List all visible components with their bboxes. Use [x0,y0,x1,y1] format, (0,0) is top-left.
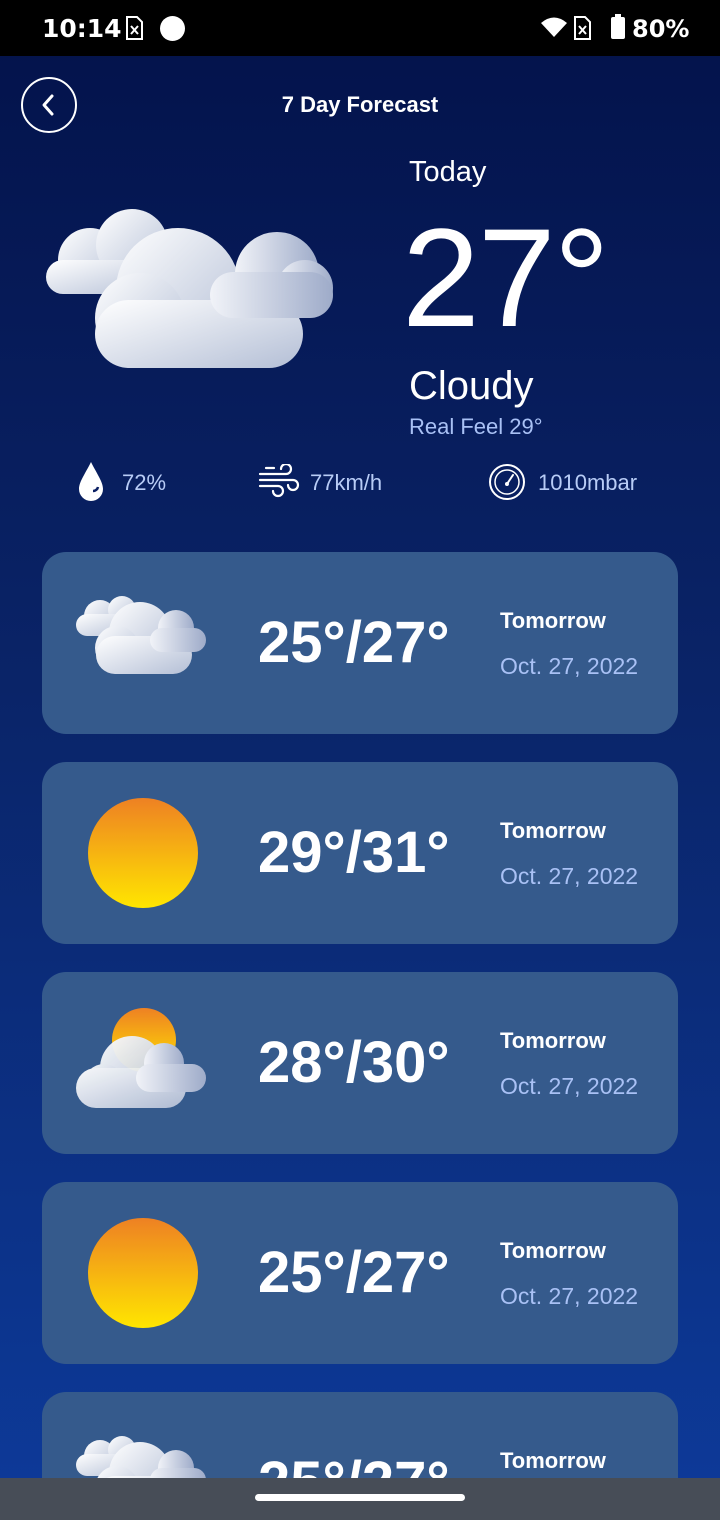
cloudy-icon [76,596,206,674]
sunny-icon [88,798,198,908]
forecast-temp-range: 28°/30° [258,1030,450,1095]
today-label: Today [409,156,487,188]
current-condition: Cloudy [409,364,534,408]
pressure-stat: 1010mbar [488,460,668,504]
pressure-value: 1010mbar [538,470,638,495]
pressure-gauge-icon [489,464,525,500]
notification-dot-icon [160,16,185,41]
forecast-card[interactable]: 28°/30° Tomorrow Oct. 27, 2022 [42,972,678,1154]
wifi-icon [541,17,567,37]
humidity-stat: 72% [76,460,196,504]
cloudy-icon [46,209,333,368]
partly-cloudy-icon [76,1008,206,1108]
current-temperature: 27° [402,199,610,356]
forecast-screen: 10:14 80% 7 Day Forecast Today 27° Cloud… [0,0,720,1520]
forecast-date: Oct. 27, 2022 [500,1283,639,1309]
battery-icon [611,14,625,39]
sim-card-icon [126,16,143,40]
status-time: 10:14 [42,14,122,43]
humidity-drop-icon [79,462,103,501]
forecast-date: Oct. 27, 2022 [500,863,639,889]
forecast-temp-range: 25°/27° [258,1240,450,1305]
wind-stat: 77km/h [258,460,408,504]
forecast-card[interactable]: 29°/31° Tomorrow Oct. 27, 2022 [42,762,678,944]
sunny-icon [88,1218,198,1328]
forecast-card[interactable]: 25°/27° Tomorrow Oct. 27, 2022 [42,1182,678,1364]
forecast-day: Tomorrow [500,608,606,633]
forecast-temp-range: 25°/27° [258,610,450,675]
navigation-bar [0,1478,720,1520]
wind-icon [258,464,300,498]
wind-value: 77km/h [310,470,383,495]
forecast-day: Tomorrow [500,1238,606,1263]
forecast-date: Oct. 27, 2022 [500,653,639,679]
real-feel: Real Feel 29° [409,414,543,439]
battery-percent: 80% [632,15,690,43]
forecast-day: Tomorrow [500,1028,606,1053]
forecast-temp-range: 29°/31° [258,820,450,885]
status-bar: 10:14 80% [0,0,720,56]
home-gesture-handle[interactable] [255,1494,465,1501]
forecast-day: Tomorrow [500,1448,606,1473]
humidity-value: 72% [122,470,167,495]
forecast-card[interactable]: 25°/27° Tomorrow Oct. 27, 2022 [42,552,678,734]
forecast-date: Oct. 27, 2022 [500,1073,639,1099]
forecast-day: Tomorrow [500,818,606,843]
page-title: 7 Day Forecast [281,92,439,117]
sim-card-icon [574,16,591,40]
